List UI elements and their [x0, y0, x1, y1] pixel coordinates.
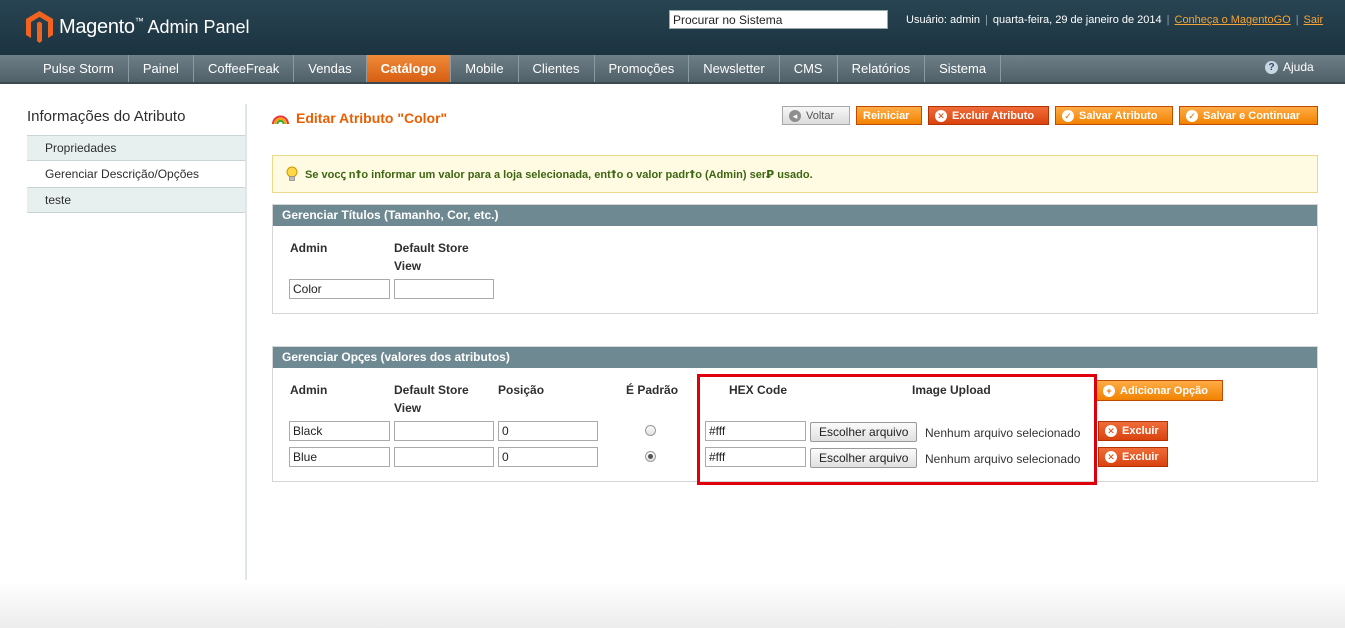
titles-col-store-2: View: [394, 259, 422, 273]
user-info: Usuário: admin | quarta-feira, 29 de janei…: [906, 14, 1324, 26]
delete-icon: ✕: [935, 109, 947, 122]
option-position-input[interactable]: [498, 421, 598, 441]
highlight-box: [697, 374, 1097, 485]
sidebar-title: Informações do Atributo: [27, 108, 186, 125]
save-continue-button[interactable]: ✓ Salvar e Continuar: [1179, 106, 1318, 125]
plus-icon: +: [1103, 384, 1115, 397]
logo-subtitle: Admin Panel: [147, 16, 250, 37]
magento-logo-icon: [26, 11, 53, 43]
lightbulb-icon: [286, 166, 298, 181]
check-icon: ✓: [1186, 109, 1198, 122]
options-col-store-2: View: [394, 401, 422, 415]
delete-icon: ✕: [1105, 451, 1117, 463]
reset-button[interactable]: Reiniciar: [856, 106, 922, 125]
option-position-input[interactable]: [498, 447, 598, 467]
header: Magento™ Admin Panel Usuário: admin|quar…: [0, 0, 1345, 55]
delete-icon: ✕: [1105, 425, 1117, 437]
sidebar-tab-propriedades[interactable]: Propriedades: [27, 135, 246, 161]
option-admin-input[interactable]: [289, 421, 390, 441]
help-label: Ajuda: [1283, 60, 1314, 74]
nav-item-pulse-storm[interactable]: Pulse Storm: [29, 55, 129, 82]
attribute-icon: [272, 115, 289, 125]
options-col-position: Posição: [498, 383, 545, 397]
nav-item-catalogo[interactable]: Catálogo: [366, 55, 452, 82]
option-default-radio[interactable]: [645, 451, 656, 462]
nav-item-cms[interactable]: CMS: [780, 55, 838, 82]
sidebar-tab-gerenciar-opcoes[interactable]: Gerenciar Descrição/Opções: [27, 161, 246, 187]
nav-item-relatorios[interactable]: Relatórios: [838, 55, 926, 82]
nav-item-promocoes[interactable]: Promoções: [595, 55, 690, 82]
option-admin-input[interactable]: [289, 447, 390, 467]
footer-area: [0, 582, 1345, 628]
page-title: Editar Atributo "Color": [272, 110, 447, 126]
nav-item-vendas[interactable]: Vendas: [294, 55, 367, 82]
sidebar-divider: [245, 104, 247, 580]
delete-attribute-button[interactable]: ✕ Excluir Atributo: [928, 106, 1049, 125]
title-admin-input[interactable]: [289, 279, 390, 299]
options-box-header: Gerenciar Opꞔes (valores dos atributos): [273, 347, 1317, 368]
titles-col-store-1: Default Store: [394, 241, 469, 255]
check-icon: ✓: [1062, 109, 1074, 122]
titles-col-admin: Admin: [290, 241, 328, 255]
save-attribute-button[interactable]: ✓ Salvar Atributo: [1055, 106, 1173, 125]
option-default-radio[interactable]: [645, 425, 656, 436]
titles-box-header: Gerenciar Títulos (Tamanho, Cor, etc.): [273, 205, 1317, 226]
page-title-text: Editar Atributo "Color": [296, 110, 448, 126]
nav-item-clientes[interactable]: Clientes: [519, 55, 595, 82]
back-arrow-icon: ◂: [789, 109, 801, 122]
magento-logo[interactable]: Magento™ Admin Panel: [26, 11, 250, 43]
nav-item-mobile[interactable]: Mobile: [451, 55, 519, 82]
nav-item-sistema[interactable]: Sistema: [925, 55, 1002, 82]
delete-option-button[interactable]: ✕ Excluir: [1098, 447, 1168, 467]
notice-text: Se vocꞔ nꝉo informar um valor para a loj…: [305, 168, 813, 181]
global-search-input[interactable]: [669, 10, 888, 29]
notice-message: Se vocꞔ nꝉo informar um valor para a loj…: [272, 155, 1318, 193]
option-store-input[interactable]: [394, 447, 494, 467]
options-col-admin: Admin: [290, 383, 328, 397]
nav-item-coffeefreak[interactable]: CoffeeFreak: [194, 55, 295, 82]
logo-text: Magento™: [59, 15, 144, 38]
nav-item-newsletter[interactable]: Newsletter: [689, 55, 780, 82]
options-col-default: É Padrão: [626, 383, 679, 397]
delete-option-button[interactable]: ✕ Excluir: [1098, 421, 1168, 441]
help-icon: ?: [1265, 60, 1278, 74]
logout-link[interactable]: Sair: [1304, 14, 1324, 26]
main-nav: Pulse Storm Painel CoffeeFreak Vendas Ca…: [0, 55, 1345, 84]
option-store-input[interactable]: [394, 421, 494, 441]
sidebar-tabs: Propriedades Gerenciar Descrição/Opções …: [27, 135, 246, 213]
user-label: Usuário: admin: [906, 14, 980, 26]
options-col-store-1: Default Store: [394, 383, 469, 397]
back-button[interactable]: ◂ Voltar: [782, 106, 850, 125]
current-date: quarta-feira, 29 de janeiro de 2014: [992, 14, 1162, 26]
action-buttons: ◂ Voltar Reiniciar ✕ Excluir Atributo ✓ Sal…: [782, 106, 1318, 125]
add-option-button[interactable]: + Adicionar Opção: [1096, 380, 1223, 401]
title-store-input[interactable]: [394, 279, 494, 299]
help-link[interactable]: ? Ajuda: [1265, 60, 1314, 74]
nav-item-painel[interactable]: Painel: [129, 55, 194, 82]
sidebar-tab-teste[interactable]: teste: [27, 187, 246, 213]
magentogo-link[interactable]: Conheça o MagentoGO: [1175, 14, 1291, 26]
